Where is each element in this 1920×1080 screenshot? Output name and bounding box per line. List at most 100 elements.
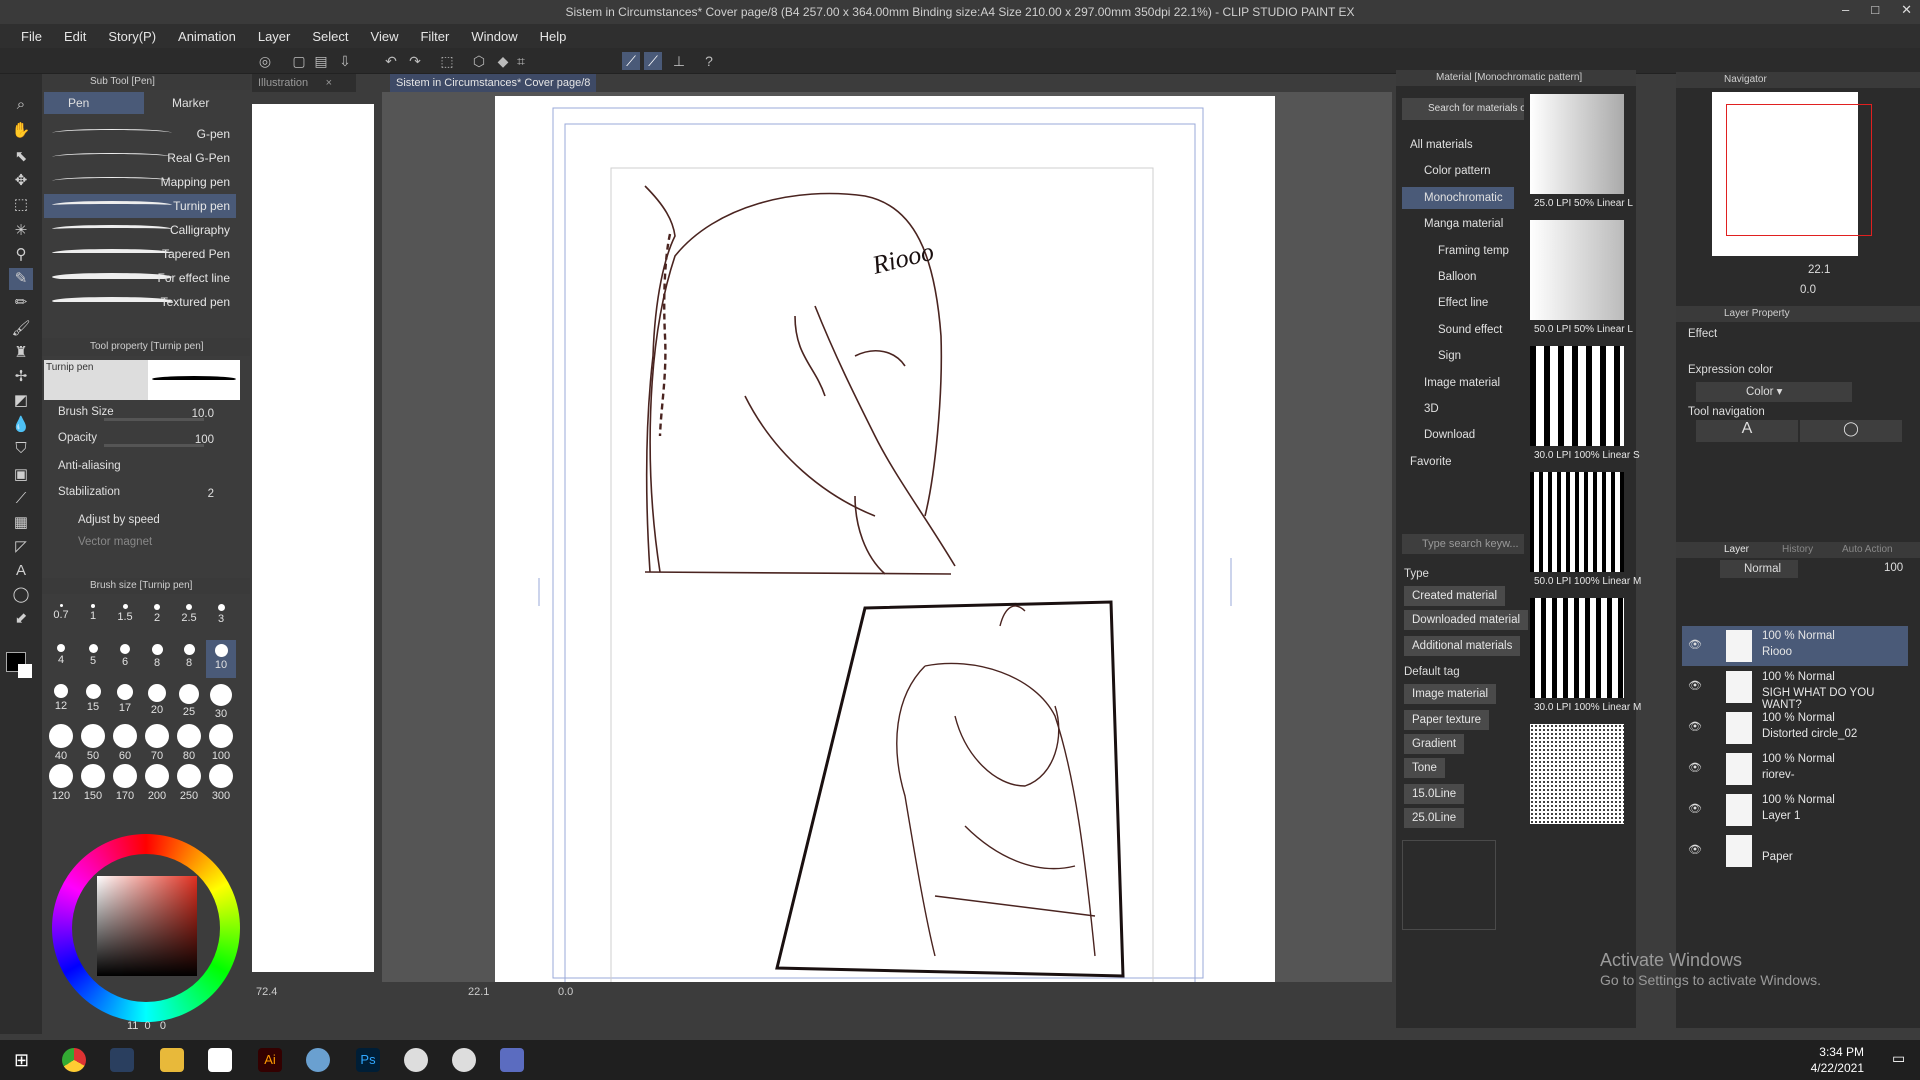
material-tree-item[interactable]: Manga material <box>1402 213 1514 235</box>
balloon-icon[interactable]: ◯ <box>9 584 33 606</box>
expression-color-select[interactable]: Color ▾ <box>1696 382 1852 402</box>
layer-row[interactable]: 👁 100 % Normal riorev- <box>1682 749 1908 789</box>
downloaded-material-button[interactable]: Downloaded material <box>1404 610 1529 630</box>
font-app-icon[interactable] <box>500 1048 524 1072</box>
zoom-tool-icon[interactable]: ⌕ <box>9 94 33 116</box>
brush-size-option[interactable]: 2 <box>142 600 172 638</box>
brush-size-option[interactable]: 0.7 <box>46 600 76 638</box>
brush-size-option[interactable]: 120 <box>46 760 76 802</box>
brush-size-option[interactable]: 100 <box>206 720 236 762</box>
decoration-icon[interactable]: ✢ <box>9 366 33 388</box>
brush-size-option[interactable]: 5 <box>78 640 108 678</box>
menu-edit[interactable]: Edit <box>53 29 97 44</box>
menu-filter[interactable]: Filter <box>409 29 460 44</box>
crop-icon[interactable]: ⌗ <box>512 52 530 70</box>
subtool-calligraphy[interactable]: Calligraphy <box>44 218 236 242</box>
subtool-real-gpen[interactable]: Real G-Pen <box>44 146 236 170</box>
eye-icon[interactable]: 👁 <box>1688 843 1702 856</box>
brush-size-option[interactable]: 17 <box>110 680 140 718</box>
brush-size-option[interactable]: 25 <box>174 680 204 718</box>
subtool-turnip-pen[interactable]: Turnip pen <box>44 194 236 218</box>
menu-story[interactable]: Story(P) <box>97 29 167 44</box>
tab-pen[interactable]: Pen <box>44 92 144 114</box>
maximize-button[interactable]: □ <box>1871 2 1879 18</box>
brush-size-option[interactable]: 150 <box>78 760 108 802</box>
transform-icon[interactable]: ⬡ <box>470 52 488 70</box>
brush-size-option[interactable]: 8 <box>142 640 172 678</box>
subtool-gpen[interactable]: G-pen <box>44 122 236 146</box>
new-file-icon[interactable]: ▢ <box>290 52 308 70</box>
material-thumbnail[interactable] <box>1530 724 1624 824</box>
material-tree-item[interactable]: 3D <box>1402 398 1514 420</box>
stabilization-value[interactable]: 2 <box>208 488 214 500</box>
tag-15-line[interactable]: 15.0Line <box>1404 784 1465 804</box>
correct-line-icon[interactable]: ⬋ <box>9 608 33 630</box>
stabilization-row[interactable]: Stabilization 2 <box>44 484 236 506</box>
illustrator-icon[interactable]: Ai <box>258 1048 282 1072</box>
vector-magnet-row[interactable]: Vector magnet <box>44 534 236 556</box>
photoshop-icon[interactable]: Ps <box>356 1048 380 1072</box>
layer-row[interactable]: 👁 Paper <box>1682 831 1908 871</box>
material-thumbnail[interactable] <box>1530 346 1624 446</box>
notification-icon[interactable]: ▭ <box>1892 1050 1905 1067</box>
material-tree-item[interactable]: Favorite <box>1402 451 1514 473</box>
additional-materials-button[interactable]: Additional materials <box>1404 636 1521 656</box>
layer-opacity-value[interactable]: 100 <box>1884 562 1903 574</box>
undo-icon[interactable]: ↶ <box>382 52 400 70</box>
created-material-button[interactable]: Created material <box>1404 586 1506 606</box>
paint-tool-icon[interactable] <box>306 1048 330 1072</box>
layer-row[interactable]: 👁 100 % Normal Distorted circle_02 <box>1682 708 1908 748</box>
menu-animation[interactable]: Animation <box>167 29 247 44</box>
grid-snap-icon[interactable]: ⊥ <box>670 52 688 70</box>
brush-size-option[interactable]: 4 <box>46 640 76 678</box>
brush-size-option[interactable]: 80 <box>174 720 204 762</box>
tag-image-material[interactable]: Image material <box>1404 684 1497 704</box>
operation-tool-icon[interactable]: ⬉ <box>9 146 33 168</box>
gradient-icon[interactable]: ▣ <box>9 464 33 486</box>
material-tree-item[interactable]: Framing temp <box>1402 240 1514 262</box>
rotation-readout[interactable]: 0.0 <box>558 986 573 1000</box>
material-tree-item[interactable]: Balloon <box>1402 266 1514 288</box>
brush-size-option[interactable]: 1.5 <box>110 600 140 638</box>
brush-size-option[interactable]: 70 <box>142 720 172 762</box>
material-tree-item[interactable]: Sound effect <box>1402 319 1514 341</box>
brush-size-option[interactable]: 12 <box>46 680 76 718</box>
brush-size-option[interactable]: 8 <box>174 640 204 678</box>
clip-studio-launcher-icon[interactable] <box>404 1048 428 1072</box>
text-nav-icon[interactable]: A <box>1696 420 1798 442</box>
material-tree-item[interactable]: Effect line <box>1402 292 1514 314</box>
menu-layer[interactable]: Layer <box>247 29 302 44</box>
saturation-value-square[interactable] <box>97 876 197 976</box>
antialias-row[interactable]: Anti-aliasing <box>44 458 236 480</box>
subtool-mapping-pen[interactable]: Mapping pen <box>44 170 236 194</box>
redo-icon[interactable]: ↷ <box>406 52 424 70</box>
blend-mode-select[interactable]: Normal <box>1720 560 1798 578</box>
brush-size-option[interactable]: 170 <box>110 760 140 802</box>
steam-icon[interactable] <box>110 1048 134 1072</box>
tag-gradient[interactable]: Gradient <box>1404 734 1465 754</box>
eye-icon[interactable]: 👁 <box>1688 720 1702 733</box>
zoom-readout[interactable]: 22.1 <box>468 986 489 1000</box>
tab-history[interactable]: History <box>1782 544 1813 555</box>
brush-size-option[interactable]: 1 <box>78 600 108 638</box>
eye-icon[interactable]: 👁 <box>1688 761 1702 774</box>
tab-document[interactable]: Sistem in Circumstances* Cover page/8 <box>390 74 596 92</box>
save-icon[interactable]: ⇩ <box>336 52 354 70</box>
move-layer-icon[interactable]: ✥ <box>9 170 33 192</box>
material-tree-item[interactable]: Download <box>1402 424 1514 446</box>
navigator-zoom[interactable]: 22.1 <box>1808 264 1830 276</box>
auto-select-icon[interactable]: ✳ <box>9 220 33 242</box>
blend-icon[interactable]: 💧 <box>9 414 33 436</box>
frame-border-icon[interactable]: ▦ <box>9 512 33 534</box>
tag-25-line[interactable]: 25.0Line <box>1404 808 1465 828</box>
brush-tool-icon[interactable]: 🖌 <box>9 318 33 340</box>
material-thumbnail[interactable] <box>1530 94 1624 194</box>
snap-ruler-icon[interactable]: ⟋ <box>622 52 640 70</box>
brush-size-row[interactable]: Brush Size 10.0 <box>44 404 236 426</box>
hand-tool-icon[interactable]: ✋ <box>9 120 33 142</box>
eye-icon[interactable]: 👁 <box>1688 802 1702 815</box>
menu-help[interactable]: Help <box>529 29 578 44</box>
brush-size-option[interactable]: 200 <box>142 760 172 802</box>
brush-size-option[interactable]: 15 <box>78 680 108 718</box>
airbrush-icon[interactable]: ♜ <box>9 342 33 364</box>
